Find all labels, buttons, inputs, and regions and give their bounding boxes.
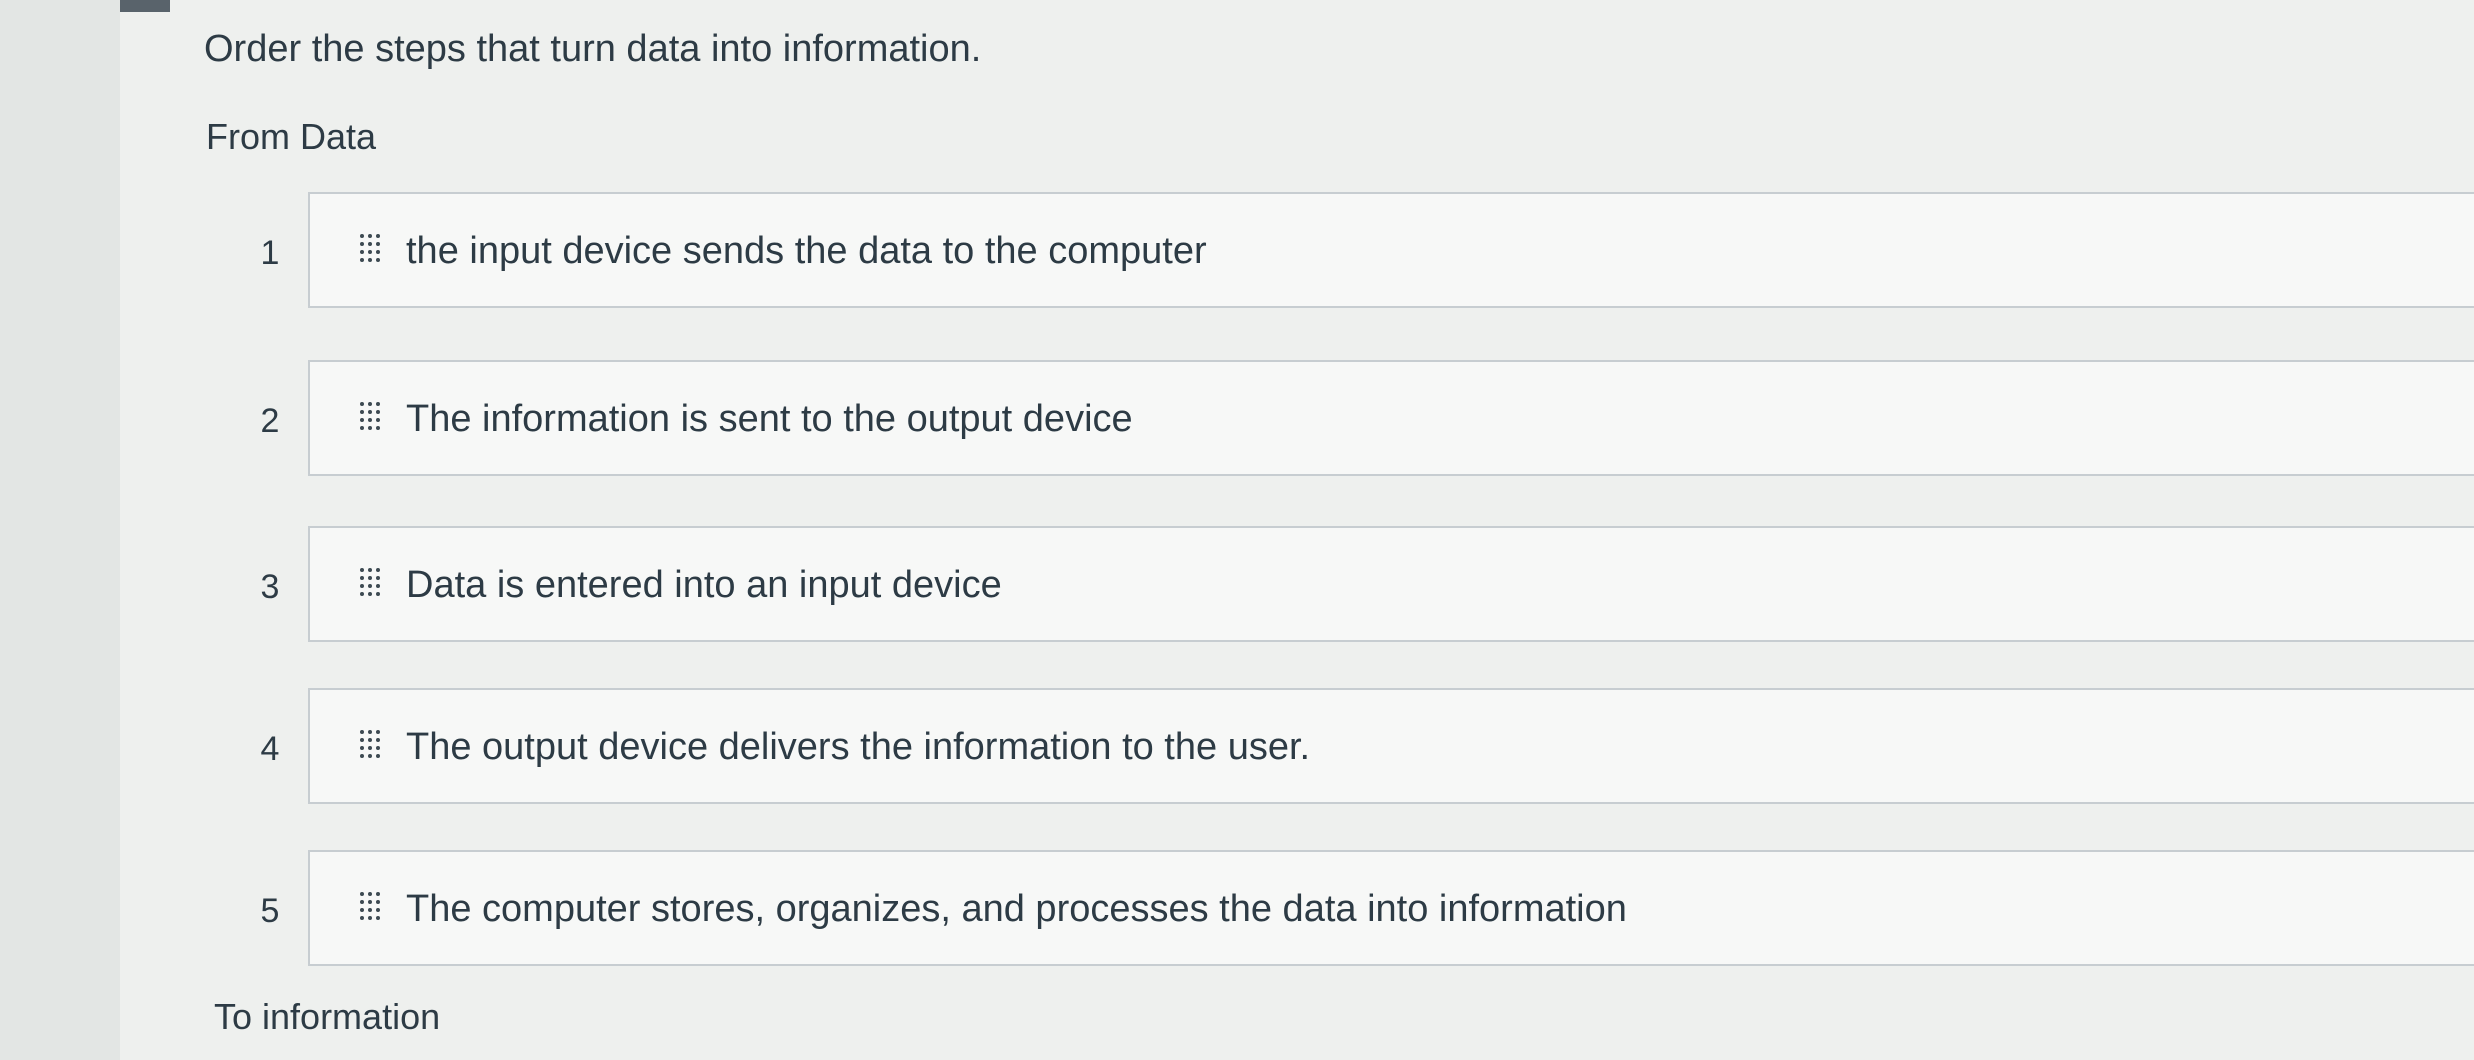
step-number: 2 [260, 402, 280, 440]
step-number: 1 [260, 234, 280, 272]
drag-handle-icon[interactable] [360, 234, 380, 270]
end-label: To information [214, 996, 441, 1037]
left-margin [0, 0, 120, 1060]
step-card[interactable]: The computer stores, organizes, and proc… [308, 850, 2474, 966]
drag-handle-icon[interactable] [360, 402, 380, 438]
step-row-3: 3 Data is entered into an input device [240, 526, 2474, 644]
step-number: 3 [260, 568, 280, 606]
step-number: 5 [260, 892, 280, 930]
drag-handle-icon[interactable] [360, 892, 380, 928]
step-text: Data is entered into an input device [406, 564, 1002, 606]
step-card[interactable]: The output device delivers the informati… [308, 688, 2474, 804]
step-row-1: 1 the input device sends the data to the… [240, 192, 2474, 310]
drag-handle-icon[interactable] [360, 730, 380, 766]
step-row-5: 5 The computer stores, organizes, and pr… [240, 850, 2474, 968]
step-card[interactable]: Data is entered into an input device [308, 526, 2474, 642]
step-text: The information is sent to the output de… [406, 398, 1133, 440]
drag-handle-icon[interactable] [360, 568, 380, 604]
step-row-2: 2 The information is sent to the output … [240, 360, 2474, 478]
step-text: The output device delivers the informati… [406, 726, 1311, 768]
step-row-4: 4 The output device delivers the informa… [240, 688, 2474, 806]
step-text: The computer stores, organizes, and proc… [406, 888, 1627, 930]
step-card[interactable]: The information is sent to the output de… [308, 360, 2474, 476]
step-text: the input device sends the data to the c… [406, 230, 1207, 272]
step-number: 4 [260, 730, 280, 768]
question-container: Order the steps that turn data into info… [200, 0, 2474, 1060]
ordering-list: 1 the input device sends the data to the… [200, 0, 2474, 1060]
step-card[interactable]: the input device sends the data to the c… [308, 192, 2474, 308]
